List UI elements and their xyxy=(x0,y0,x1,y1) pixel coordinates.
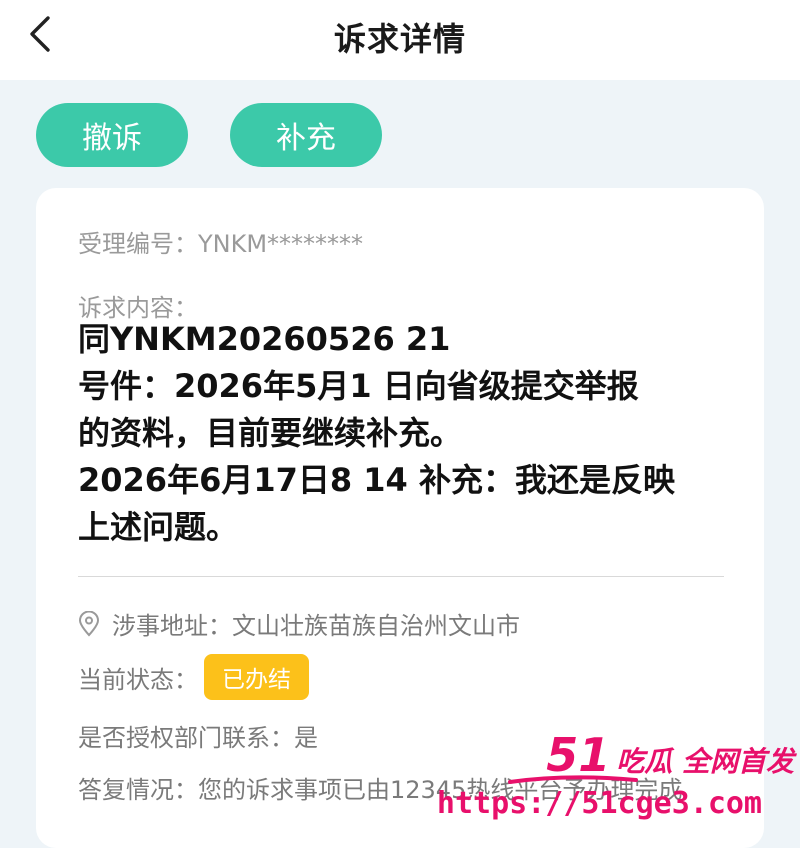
watermark-brand: 51 吃瓜 全网首发 xyxy=(546,728,794,782)
content-line: 同YNKM20260526 21 xyxy=(78,320,451,358)
address-row: 涉事地址：文山壮族苗族自治州文山市 xyxy=(78,606,520,641)
complaint-content: 同YNKM20260526 21 号件：2026年5月1 日向省级提交举报 的资… xyxy=(78,316,738,551)
watermark-text: 吃瓜 全网首发 xyxy=(616,745,794,778)
supplement-button[interactable]: 补充 xyxy=(230,103,382,167)
status-label: 当前状态： xyxy=(78,665,198,694)
address-text: 涉事地址：文山壮族苗族自治州文山市 xyxy=(112,612,520,640)
accept-number: 受理编号：YNKM******** xyxy=(78,230,364,258)
status-row: 当前状态： 已办结 xyxy=(78,654,309,700)
divider xyxy=(78,576,724,577)
watermark-url: https://51cge3.com xyxy=(436,786,762,821)
authorize-contact: 是否授权部门联系：是 xyxy=(78,724,318,752)
withdraw-button[interactable]: 撤诉 xyxy=(36,103,188,167)
top-navigation-bar: 诉求详情 xyxy=(0,0,800,80)
page-title: 诉求详情 xyxy=(333,20,466,58)
watermark: 51 吃瓜 全网首发 https://51cge3.com xyxy=(437,722,800,830)
content-line: 上述问题。 xyxy=(78,508,239,546)
status-badge: 已办结 xyxy=(204,654,309,700)
content-line: 的资料，目前要继续补充。 xyxy=(78,414,463,452)
content-line: 2026年6月17日8 14 补充：我还是反映 xyxy=(78,461,675,499)
watermark-number: 51 xyxy=(546,728,611,782)
location-pin-icon xyxy=(78,610,100,636)
content-line: 号件：2026年5月1 日向省级提交举报 xyxy=(78,367,639,405)
